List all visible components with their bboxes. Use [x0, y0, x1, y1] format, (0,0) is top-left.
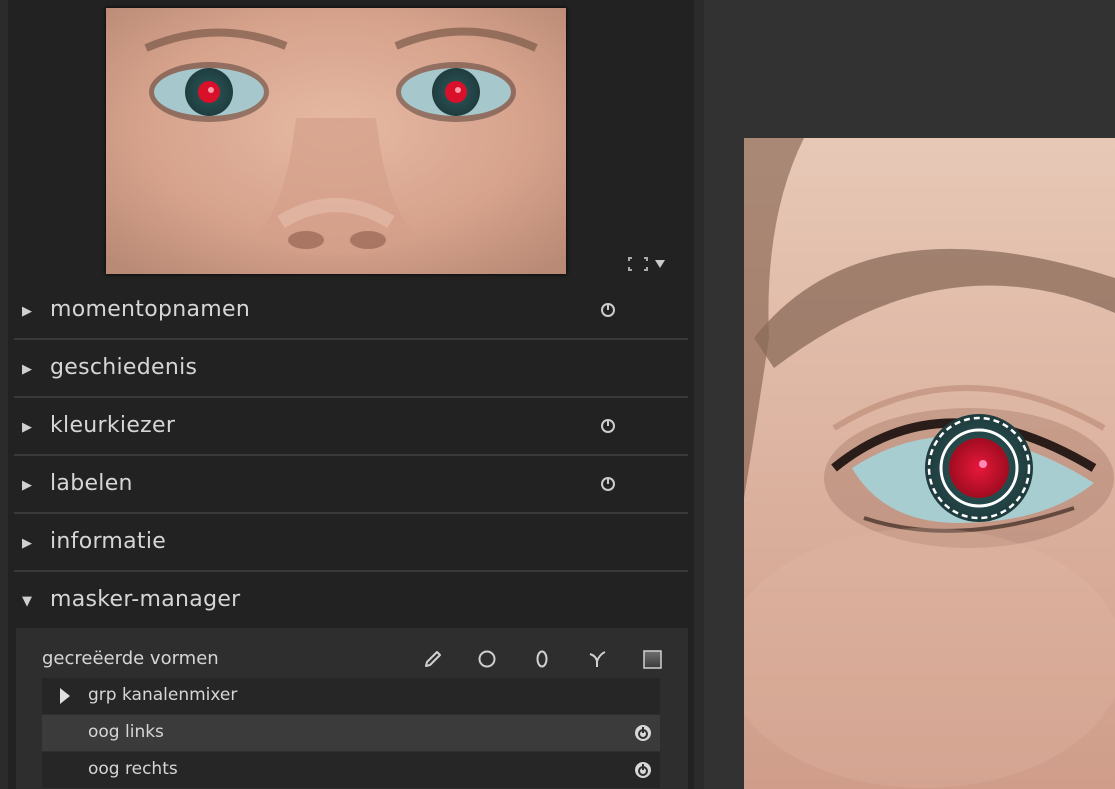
power-icon[interactable]: [598, 474, 618, 494]
divider: [14, 570, 688, 572]
expand-triangle-icon: ▶: [22, 478, 32, 493]
divider: [14, 338, 688, 340]
photo-image: [744, 138, 1115, 789]
path-icon[interactable]: [584, 646, 610, 672]
ellipse-icon[interactable]: [529, 646, 555, 672]
power-icon[interactable]: [598, 416, 618, 436]
chevron-down-icon: [655, 260, 665, 268]
divider: [14, 512, 688, 514]
zoomed-photo[interactable]: [744, 138, 1115, 789]
navigator-image: [106, 8, 566, 274]
expand-triangle-icon[interactable]: [60, 688, 70, 704]
divider: [14, 454, 688, 456]
module-geschiedenis[interactable]: ▶ geschiedenis: [8, 342, 694, 398]
brush-icon[interactable]: [419, 646, 445, 672]
created-shapes-heading: gecreëerde vormen: [42, 648, 219, 669]
mask-group-row[interactable]: grp kanalenmixer: [42, 678, 660, 714]
center-image-viewer[interactable]: [704, 0, 1115, 789]
module-label: geschiedenis: [50, 355, 198, 380]
module-label: labelen: [50, 471, 133, 496]
row-label: oog links: [88, 722, 164, 742]
module-label: informatie: [50, 529, 167, 554]
module-labelen[interactable]: ▶ labelen: [8, 458, 694, 514]
fit-icon: [628, 257, 648, 271]
circle-icon[interactable]: [474, 646, 500, 672]
mask-manager-panel: gecreëerde vormen grp kanalenmixer oog l…: [16, 628, 688, 789]
module-label: masker-manager: [50, 587, 241, 612]
mask-shape-row-oog-links[interactable]: oog links: [42, 715, 660, 751]
navigator-zoom-options[interactable]: [625, 255, 685, 273]
expand-triangle-icon: ▶: [22, 536, 32, 551]
expand-triangle-icon: ▶: [22, 420, 32, 435]
module-masker-manager[interactable]: ▼ masker-manager: [8, 574, 694, 630]
module-label: kleurkiezer: [50, 413, 176, 438]
module-kleurkiezer[interactable]: ▶ kleurkiezer: [8, 400, 694, 456]
divider: [14, 396, 688, 398]
gradient-icon[interactable]: [639, 646, 665, 672]
module-momentopnamen[interactable]: ▶ momentopnamen: [8, 284, 694, 340]
left-panel: ▶ momentopnamen ▶ geschiedenis ▶ kleurki…: [8, 0, 694, 789]
power-icon[interactable]: [632, 722, 654, 744]
power-icon[interactable]: [632, 759, 654, 781]
collapse-triangle-icon: ▼: [22, 594, 32, 609]
power-icon[interactable]: [598, 300, 618, 320]
expand-triangle-icon: ▶: [22, 362, 32, 377]
module-informatie[interactable]: ▶ informatie: [8, 516, 694, 572]
expand-triangle-icon: ▶: [22, 304, 32, 319]
row-label: oog rechts: [88, 759, 178, 779]
row-label: grp kanalenmixer: [88, 685, 238, 705]
navigator-thumbnail[interactable]: [106, 8, 566, 274]
mask-shape-row-oog-rechts[interactable]: oog rechts: [42, 752, 660, 788]
module-label: momentopnamen: [50, 297, 251, 322]
